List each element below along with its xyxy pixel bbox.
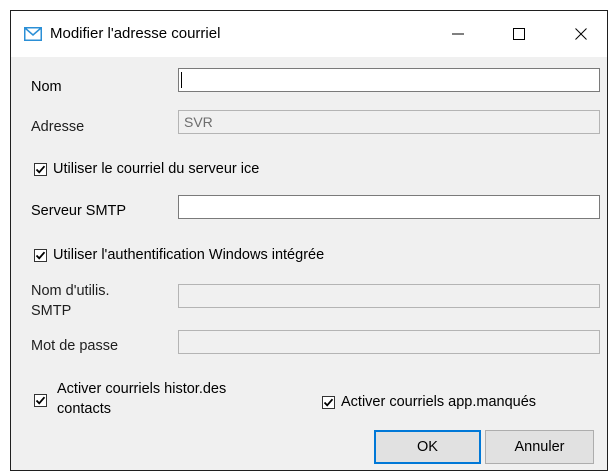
adresse-label: Adresse	[31, 119, 85, 135]
dialog-window: Modifier l'adresse courriel Nom Adresse …	[10, 10, 608, 471]
checkbox-box[interactable]	[34, 248, 47, 262]
use-ice-server-label: Utiliser le courriel du serveur ice	[53, 161, 260, 177]
windows-auth-checkbox[interactable]: Utiliser l'authentification Windows inté…	[34, 247, 324, 263]
cancel-button[interactable]: Annuler	[485, 430, 594, 464]
windows-auth-label: Utiliser l'authentification Windows inté…	[53, 247, 325, 263]
smtp-user-label-line1: Nom d'utilis.	[31, 283, 110, 299]
close-button[interactable]	[558, 11, 604, 57]
minimize-icon	[452, 28, 464, 40]
check-icon	[35, 396, 46, 405]
checkbox-box[interactable]	[322, 395, 335, 409]
minimize-button[interactable]	[435, 11, 481, 57]
smtp-server-input[interactable]	[178, 195, 600, 219]
maximize-button[interactable]	[496, 11, 542, 57]
check-icon	[323, 398, 334, 407]
adresse-input: SVR	[178, 110, 600, 134]
window-title: Modifier l'adresse courriel	[50, 25, 221, 42]
missed-app-emails-label: Activer courriels app.manqués	[341, 394, 537, 410]
nom-label: Nom	[31, 79, 62, 95]
checkbox-box[interactable]	[34, 162, 47, 176]
check-icon	[35, 251, 46, 260]
checkbox-box[interactable]	[34, 394, 47, 407]
nom-input[interactable]	[178, 68, 600, 92]
history-emails-label-line2: contacts	[57, 401, 111, 417]
text-caret	[181, 72, 182, 88]
check-icon	[35, 165, 46, 174]
password-label: Mot de passe	[31, 338, 119, 354]
smtp-user-input	[178, 284, 600, 308]
history-emails-label-line1: Activer courriels histor.des	[57, 381, 227, 397]
adresse-value: SVR	[184, 114, 213, 130]
title-bar[interactable]: Modifier l'adresse courriel	[11, 11, 607, 57]
smtp-user-label-line2: SMTP	[31, 303, 72, 319]
maximize-icon	[513, 28, 525, 40]
use-ice-server-checkbox[interactable]: Utiliser le courriel du serveur ice	[34, 161, 259, 177]
smtp-server-label: Serveur SMTP	[31, 203, 127, 219]
close-icon	[575, 28, 587, 40]
missed-app-emails-checkbox[interactable]: Activer courriels app.manqués	[322, 394, 536, 410]
ok-button[interactable]: OK	[374, 430, 481, 464]
mail-icon	[24, 27, 42, 41]
password-input	[178, 330, 600, 354]
